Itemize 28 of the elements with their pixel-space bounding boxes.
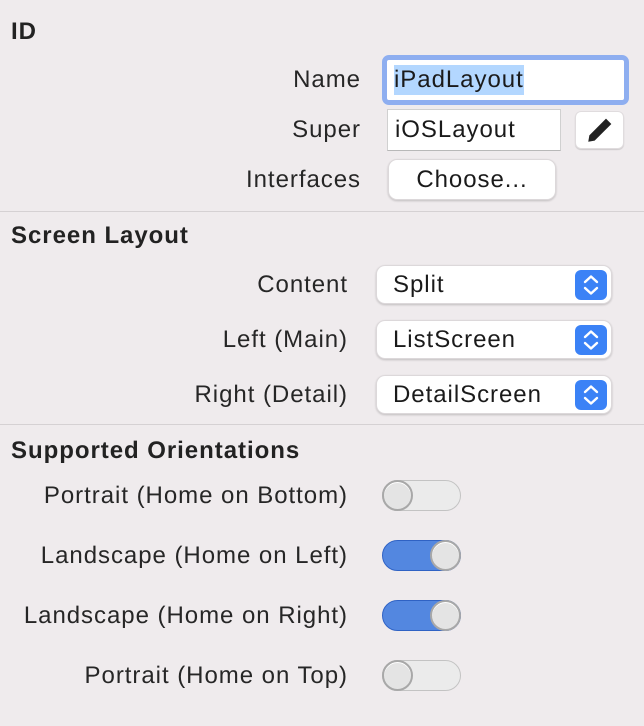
field-label: Right (Detail): [194, 380, 348, 410]
field-label: Portrait (Home on Top): [84, 660, 348, 690]
toggle-switch[interactable]: [382, 660, 461, 691]
toggle-switch[interactable]: [382, 600, 461, 631]
section-header: ID: [11, 18, 37, 46]
pencil-icon: [588, 118, 612, 142]
field-label: Content: [257, 270, 348, 300]
popup-button[interactable]: Split: [376, 265, 612, 304]
name-field[interactable]: iPadLayout: [382, 55, 629, 105]
edit-button[interactable]: [575, 111, 624, 149]
toggle-switch[interactable]: [382, 480, 461, 511]
field-label: Landscape (Home on Right): [24, 600, 348, 630]
up-down-chevron-icon: [575, 324, 607, 354]
field-label: Super: [292, 115, 361, 145]
field-label: Left (Main): [222, 324, 348, 354]
popup-button[interactable]: ListScreen: [376, 320, 612, 359]
super-field[interactable]: iOSLayout: [387, 109, 561, 151]
field-label: Landscape (Home on Left): [40, 540, 348, 570]
toggle-switch[interactable]: [382, 540, 461, 571]
popup-button[interactable]: DetailScreen: [376, 375, 612, 414]
choose-button[interactable]: Choose...: [388, 159, 556, 200]
section-header: Supported Orientations: [11, 437, 300, 465]
field-label: Name: [293, 65, 361, 95]
section-header: Screen Layout: [11, 222, 189, 250]
up-down-chevron-icon: [575, 270, 607, 300]
field-label: Interfaces: [246, 164, 361, 194]
up-down-chevron-icon: [575, 380, 607, 410]
field-label: Portrait (Home on Bottom): [44, 480, 348, 510]
